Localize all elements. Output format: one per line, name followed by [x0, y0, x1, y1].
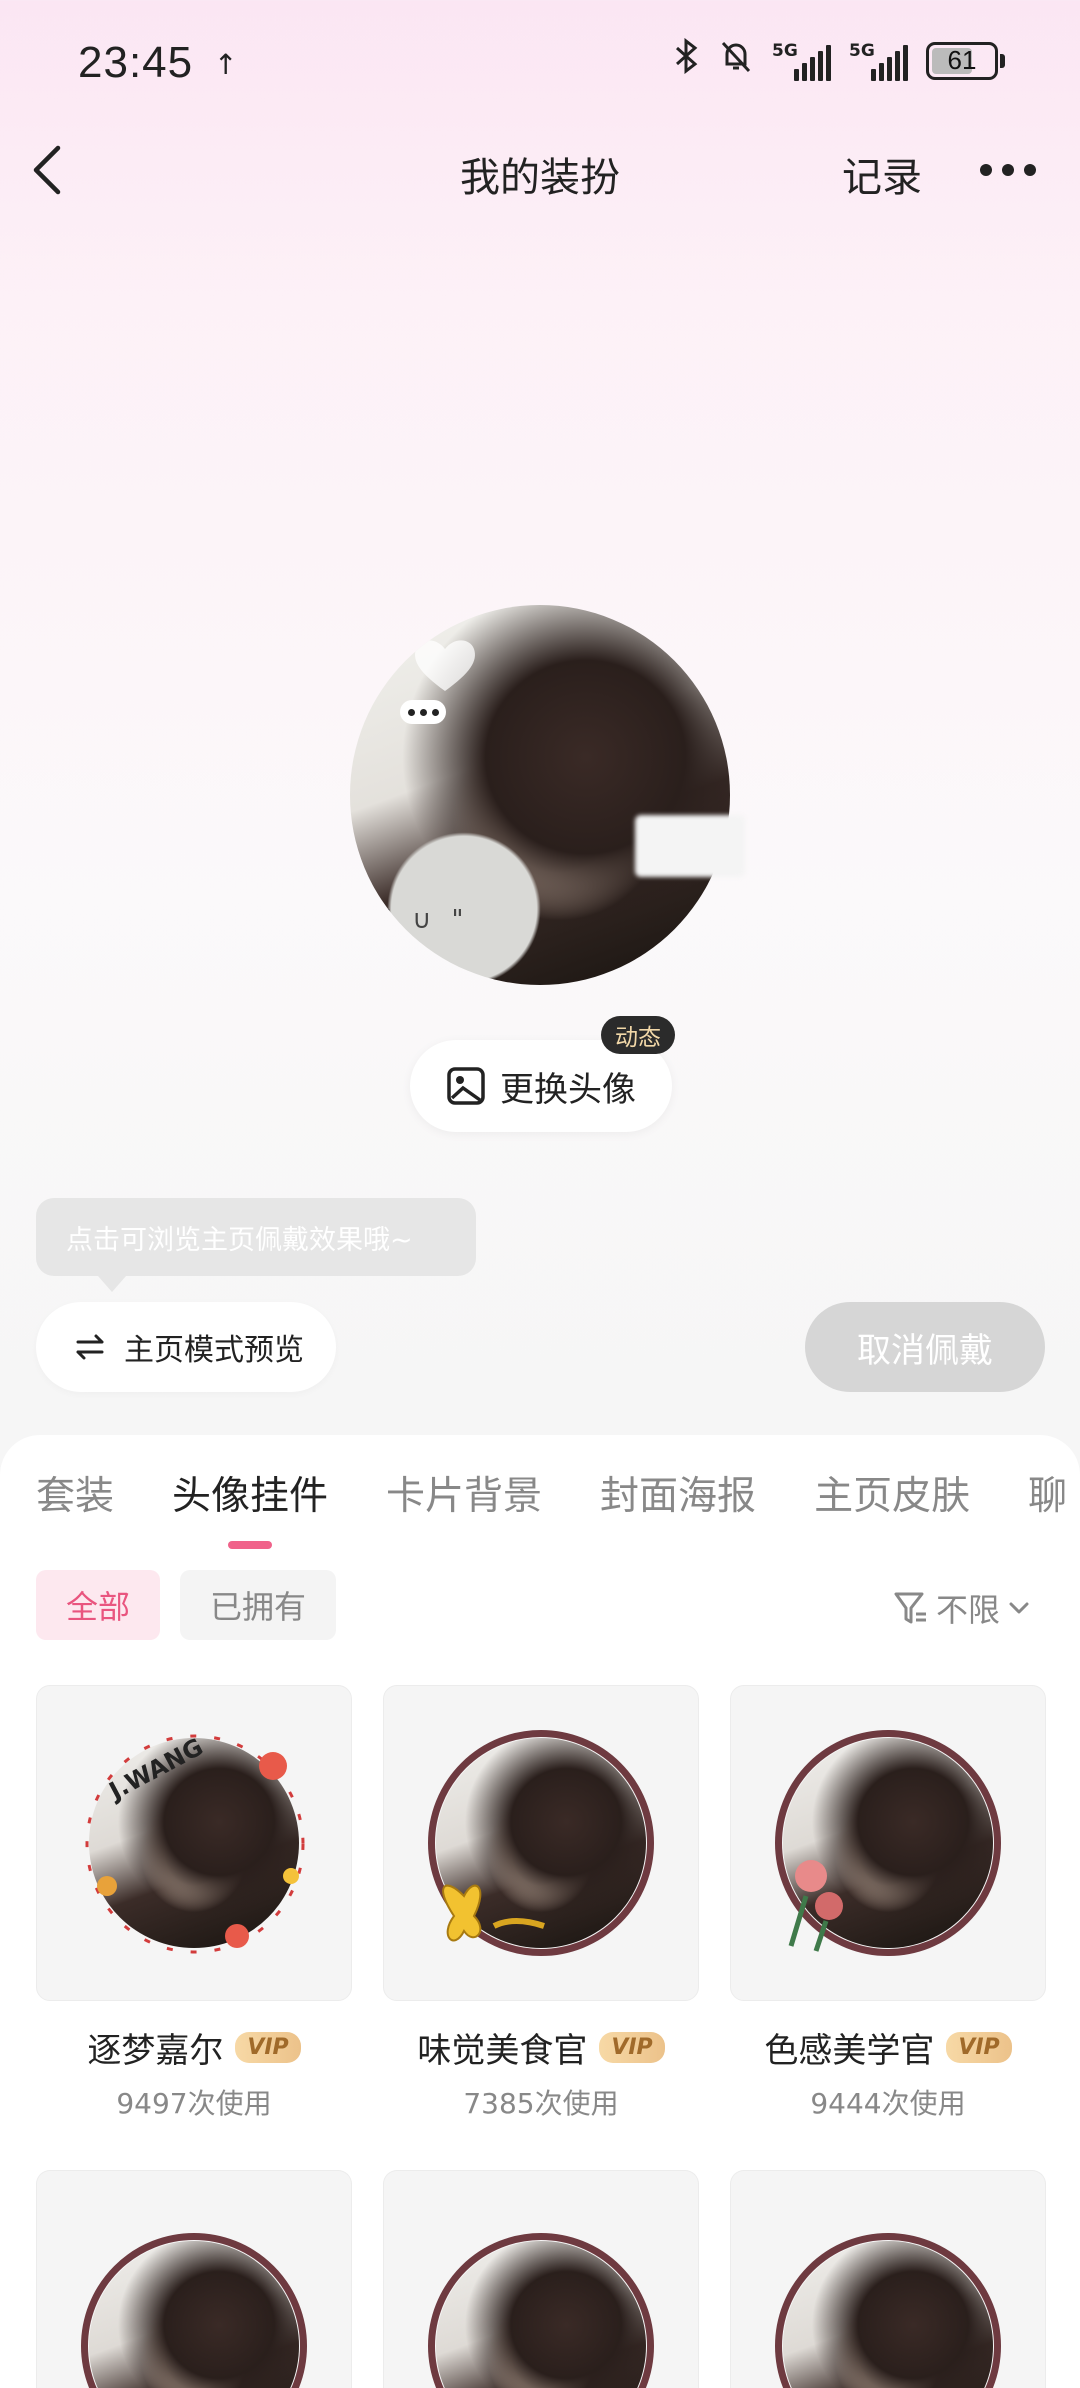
tab-homepage-skin[interactable]: 主页皮肤	[814, 1465, 970, 1521]
tab-card-background[interactable]: 卡片背景	[386, 1465, 542, 1521]
pendant-name-row: 味觉美食官 VIP	[417, 2023, 665, 2072]
pendant-name: 逐梦嘉尔	[87, 2031, 224, 2071]
dynamic-badge: 动态	[601, 1016, 675, 1054]
homepage-preview-label: 主页模式预览	[124, 1333, 304, 1368]
sort-label: 不限	[936, 1591, 1001, 1629]
jwang-frame-decoration: J.WANG	[85, 1733, 305, 1954]
record-button[interactable]: 记录	[842, 145, 922, 203]
frame-ring	[775, 2233, 1001, 2388]
battery-icon: 61	[926, 41, 1005, 80]
pendant-thumbnail	[383, 1685, 699, 2001]
tab-avatar-pendant[interactable]: 头像挂件	[172, 1465, 328, 1521]
heart-decoration-icon	[415, 640, 475, 691]
tab-cover-poster[interactable]: 封面海报	[600, 1465, 756, 1521]
swap-icon	[76, 1334, 104, 1360]
decoration-panel: 套装 头像挂件 卡片背景 封面海报 主页皮肤 聊 全部 已拥有 不限 J.WAN…	[0, 1435, 1080, 2388]
more-icon[interactable]	[980, 150, 1036, 190]
vip-badge: VIP	[599, 2032, 665, 2063]
pendant-usage: 9444次使用	[810, 2087, 966, 2120]
pendant-usage: 7385次使用	[463, 2087, 619, 2120]
filter-all-chip[interactable]: 全部	[36, 1570, 161, 1640]
frame-text: J.WANG	[103, 1733, 208, 1806]
pendant-card[interactable]	[730, 2170, 1046, 2388]
battery-level: 61	[947, 45, 977, 75]
homepage-preview-button[interactable]: 主页模式预览	[36, 1302, 336, 1392]
pendant-thumbnail	[730, 1685, 1046, 2001]
pendant-card[interactable]	[36, 2170, 352, 2388]
tab-suit[interactable]: 套装	[36, 1465, 114, 1521]
pendant-thumbnail	[730, 2170, 1046, 2388]
pendant-thumbnail	[36, 2170, 352, 2388]
status-icons: 5G 5G 61	[674, 37, 1005, 83]
pendant-thumbnail	[383, 2170, 699, 2388]
avatar-face-decoration: " ∪ "	[380, 905, 470, 935]
frame-ring	[81, 2233, 307, 2388]
pendant-name-row: 逐梦嘉尔 VIP	[87, 2023, 301, 2072]
pendant-name: 色感美学官	[764, 2031, 935, 2071]
pendant-card[interactable]: 色感美学官 VIP 9444次使用	[730, 1685, 1046, 2122]
avatar-preview[interactable]: " ∪ "	[350, 605, 730, 985]
frame-ring	[428, 2233, 654, 2388]
signal-5g-icon-2: 5G	[849, 41, 908, 81]
pendant-card[interactable]	[383, 2170, 699, 2388]
upload-arrow-icon: ↑	[214, 48, 238, 81]
pendant-usage: 9497次使用	[116, 2087, 272, 2120]
flower-decoration-icon	[788, 1860, 843, 1952]
pendant-name: 味觉美食官	[417, 2031, 588, 2071]
filter-icon	[894, 1592, 926, 1624]
bluetooth-icon	[674, 37, 700, 83]
pendant-card[interactable]: J.WANG 逐梦嘉尔 VIP 9497次使用	[36, 1685, 352, 2122]
status-time: 23:45	[78, 38, 194, 87]
signal-5g-icon: 5G	[772, 41, 831, 81]
mute-bell-icon	[718, 38, 754, 83]
image-icon	[447, 1067, 485, 1105]
tooltip-text: 点击可浏览主页佩戴效果哦~	[66, 1224, 413, 1256]
vip-badge: VIP	[235, 2032, 301, 2063]
tab-chat[interactable]: 聊	[1028, 1465, 1067, 1521]
pendant-card[interactable]: 味觉美食官 VIP 7385次使用	[383, 1685, 699, 2122]
chevron-down-icon	[1009, 1602, 1029, 1614]
avatar-pendant-decoration	[635, 815, 745, 877]
pendant-thumbnail: J.WANG	[36, 1685, 352, 2001]
status-bar: 23:45 ↑ 5G 5G 61	[0, 0, 1080, 130]
filter-chips: 全部 已拥有	[36, 1570, 337, 1640]
filter-owned-chip[interactable]: 已拥有	[180, 1570, 337, 1640]
butterfly-decoration-icon	[442, 1884, 545, 1942]
preview-tooltip: 点击可浏览主页佩戴效果哦~	[36, 1198, 476, 1292]
pendant-grid: J.WANG 逐梦嘉尔 VIP 9497次使用 味觉美食官 VIP 7385次使…	[36, 1685, 1046, 2388]
change-avatar-label: 更换头像	[500, 1069, 636, 1110]
pendant-name-row: 色感美学官 VIP	[764, 2023, 1012, 2072]
speech-bubble-icon	[400, 700, 446, 724]
category-tabs: 套装 头像挂件 卡片背景 封面海报 主页皮肤 聊	[36, 1465, 1067, 1521]
cancel-wear-button[interactable]: 取消佩戴	[805, 1302, 1045, 1392]
vip-badge: VIP	[946, 2032, 1012, 2063]
sort-dropdown[interactable]: 不限	[892, 1585, 1032, 1631]
